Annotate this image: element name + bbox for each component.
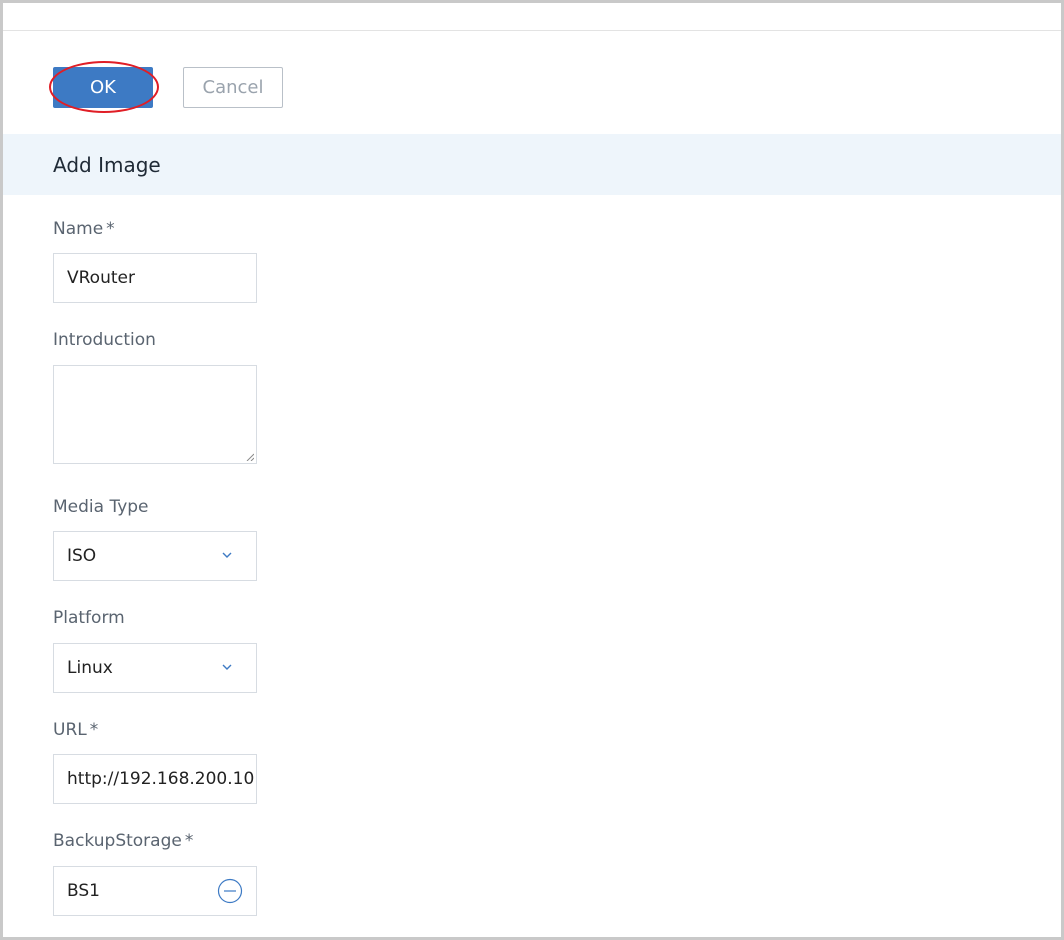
name-input[interactable]: VRouter xyxy=(53,253,257,303)
name-label-text: Name xyxy=(53,219,104,239)
backup-storage-label-text: BackupStorage xyxy=(53,831,182,851)
url-label: URL * xyxy=(53,720,98,740)
media-type-label-text: Media Type xyxy=(53,497,149,517)
url-input-value: http://192.168.200.10 xyxy=(67,769,255,789)
url-label-text: URL xyxy=(53,720,87,740)
chevron-down-icon xyxy=(222,552,232,558)
required-mark: * xyxy=(89,720,99,740)
media-type-select[interactable]: ISO xyxy=(53,531,257,581)
required-mark: * xyxy=(184,831,194,851)
top-divider xyxy=(3,30,1061,31)
media-type-value: ISO xyxy=(67,546,97,566)
platform-select[interactable]: Linux xyxy=(53,643,257,693)
backup-storage-field[interactable]: BS1 xyxy=(53,866,257,916)
cancel-button[interactable]: Cancel xyxy=(183,67,283,108)
platform-label: Platform xyxy=(53,608,125,628)
platform-label-text: Platform xyxy=(53,608,125,628)
required-mark: * xyxy=(106,219,115,239)
ok-button[interactable]: OK xyxy=(53,67,153,108)
introduction-label-text: Introduction xyxy=(53,330,156,350)
chevron-down-icon xyxy=(222,664,232,670)
section-header: Add Image xyxy=(3,134,1061,195)
name-label: Name * xyxy=(53,219,115,239)
minus-circle-icon[interactable] xyxy=(217,878,243,904)
introduction-label: Introduction xyxy=(53,330,156,350)
url-input[interactable]: http://192.168.200.10 xyxy=(53,754,257,804)
name-input-value: VRouter xyxy=(67,268,135,288)
backup-storage-value: BS1 xyxy=(67,881,100,901)
introduction-textarea[interactable] xyxy=(53,365,257,464)
dialog-frame: OK Cancel Add Image Name * VRouter Introd… xyxy=(0,0,1064,940)
backup-storage-label: BackupStorage * xyxy=(53,831,193,851)
section-title: Add Image xyxy=(53,153,161,177)
resize-grip-icon[interactable] xyxy=(246,453,254,461)
media-type-label: Media Type xyxy=(53,497,149,517)
platform-value: Linux xyxy=(67,658,113,678)
